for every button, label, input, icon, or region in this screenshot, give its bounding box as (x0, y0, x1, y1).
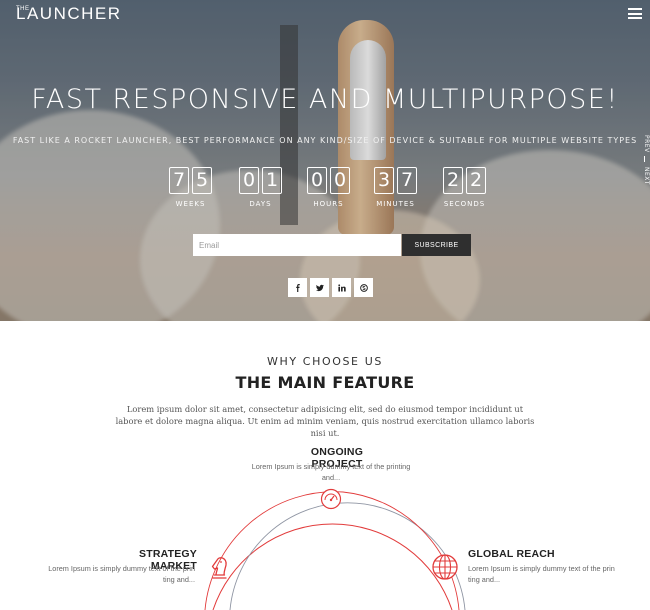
countdown-label: SECONDS (443, 200, 486, 208)
countdown-seconds: 2 2 SECONDS (443, 167, 486, 208)
countdown-minutes: 3 7 MINUTES (374, 167, 417, 208)
section-intro: Lorem ipsum dolor sit amet, consectetur … (115, 404, 535, 438)
countdown-weeks: 7 5 WEEKS (169, 167, 212, 208)
subscribe-button[interactable]: SUBSCRIBE (402, 234, 471, 256)
next-link[interactable]: NEXT (639, 163, 650, 189)
countdown-hours: 0 0 HOURS (307, 167, 350, 208)
chess-knight-icon (211, 557, 227, 579)
countdown-timer: 7 5 WEEKS 0 1 DAYS 0 0 HOURS 3 7 MINUTES (169, 167, 499, 217)
side-nav-divider (644, 156, 645, 162)
feature-text-ongoing-project: Lorem Ipsum is simply dummy text of the … (251, 462, 411, 482)
ring-arc-red-outer (342, 491, 460, 610)
logo-prefix: THE (16, 6, 30, 12)
twitter-icon[interactable] (310, 278, 329, 297)
countdown-label: DAYS (249, 200, 272, 208)
countdown-days: 0 1 DAYS (239, 167, 282, 208)
globe-icon (432, 554, 458, 580)
countdown-digit: 7 (169, 167, 189, 194)
countdown-label: HOURS (313, 200, 344, 208)
countdown-digit: 0 (307, 167, 327, 194)
subscribe-form: SUBSCRIBE (193, 234, 471, 256)
logo[interactable]: THE LAUNCHER (16, 4, 122, 24)
hero-subtitle: FAST LIKE A ROCKET LAUNCHER, BEST PERFOR… (12, 136, 638, 145)
countdown-digit: 0 (239, 167, 259, 194)
countdown-label: MINUTES (376, 200, 415, 208)
hero-overlay (0, 0, 650, 321)
hero-section: THE LAUNCHER FAST RESPONSIVE AND MULTIPU… (0, 0, 650, 321)
countdown-digit: 1 (262, 167, 282, 194)
linkedin-icon[interactable] (332, 278, 351, 297)
countdown-digit: 0 (330, 167, 350, 194)
skype-icon[interactable] (354, 278, 373, 297)
social-links (288, 278, 373, 297)
facebook-icon[interactable] (288, 278, 307, 297)
section-heading: THE MAIN FEATURE (235, 373, 415, 392)
email-input[interactable] (193, 234, 401, 256)
section-eyebrow: WHY CHOOSE US (267, 355, 383, 368)
gauge-icon (320, 488, 342, 510)
countdown-digit: 5 (192, 167, 212, 194)
prev-link[interactable]: PREV (639, 133, 650, 155)
ring-arc-red (212, 523, 453, 610)
feature-title-global-reach: GLOBAL REACH (468, 548, 555, 560)
countdown-digit: 2 (466, 167, 486, 194)
hamburger-menu-icon[interactable] (628, 8, 642, 19)
countdown-label: WEEKS (175, 200, 206, 208)
countdown-digit: 2 (443, 167, 463, 194)
feature-text-strategy-market: Lorem Ipsum is simply dummy text of the … (48, 564, 195, 584)
countdown-digit: 3 (374, 167, 394, 194)
logo-text: LAUNCHER (16, 4, 122, 23)
feature-text-global-reach: Lorem Ipsum is simply dummy text of the … (468, 564, 615, 584)
hero-title: FAST RESPONSIVE AND MULTIPURPOSE! (31, 84, 619, 115)
countdown-digit: 7 (397, 167, 417, 194)
